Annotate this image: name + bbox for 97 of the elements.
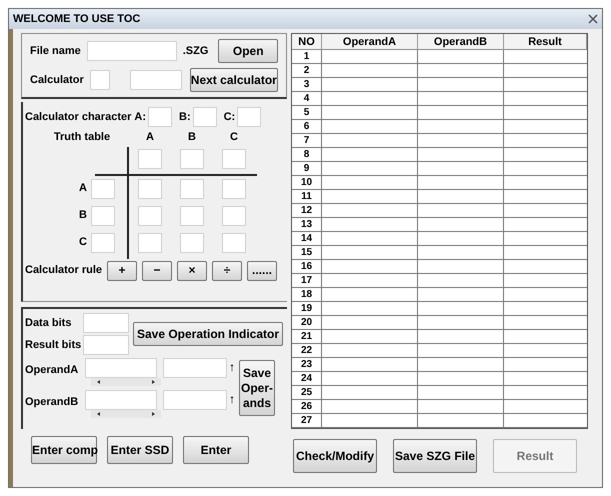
label: A [145,130,155,145]
button[interactable]: + [107,260,138,280]
button[interactable]: Check/Modify [293,439,377,473]
table-cell: 12 [292,204,322,218]
label: A: [134,110,146,125]
scrollbar-icon [91,410,161,418]
label: OperandA [25,363,80,378]
table-cell: 16 [292,260,322,274]
table-cell: 27 [292,414,322,428]
table-cell: 7 [292,134,322,148]
table-cell: 24 [292,372,322,386]
table-cell: 6 [292,120,322,134]
table-cell: 11 [292,190,322,204]
input-field[interactable] [91,232,115,252]
button[interactable]: Save Oper- ands [239,360,275,416]
input-field[interactable] [180,232,204,252]
input-field[interactable] [163,358,227,378]
label: C [79,235,87,250]
table-cell: 17 [292,274,322,288]
table-cell: 10 [292,176,322,190]
label: B: [179,110,191,125]
label: A [79,181,87,196]
label: Data bits [25,316,72,331]
button[interactable]: ...... [247,260,278,280]
button[interactable]: Enter SSD [107,436,173,464]
label: C: [224,110,236,125]
input-field[interactable] [222,148,246,168]
table-cell: 26 [292,400,322,414]
table-cell: 18 [292,288,322,302]
input-field[interactable] [237,107,262,127]
input-field[interactable] [90,70,110,90]
label: Result bits [25,338,81,353]
close-icon[interactable] [588,14,598,24]
button[interactable]: − [142,260,172,280]
column-header: OperandA [322,34,418,50]
table-cell: 4 [292,92,322,106]
input-field[interactable] [85,358,157,378]
input-field[interactable] [138,148,162,168]
input-field[interactable] [192,107,217,127]
label: Calculator [30,72,84,88]
input-field[interactable] [222,232,246,252]
button[interactable]: Open [218,39,278,63]
column-header: OperandB [418,34,504,50]
table-cell: 19 [292,302,322,316]
input-field[interactable] [130,70,182,90]
window-title: WELCOME TO USE TOC [13,12,140,27]
input-field[interactable] [180,206,204,226]
button[interactable]: Next calculator [190,68,278,92]
button[interactable]: ÷ [212,260,242,280]
input-field[interactable] [85,390,157,410]
table-cell: 14 [292,232,322,246]
label: .SZG [182,44,208,59]
table-cell: 25 [292,386,322,400]
input-field[interactable] [83,335,129,355]
label: B [79,208,87,224]
scrollbar-icon [91,378,161,386]
table-cell: 20 [292,316,322,330]
arrow-label: ↑ [229,391,235,408]
input-field[interactable] [148,107,172,127]
button[interactable]: × [177,260,208,280]
button[interactable]: Enter [183,436,249,464]
input-field[interactable] [180,178,204,198]
input-field[interactable] [91,178,115,198]
button[interactable]: Save Operation Indicator [133,322,283,346]
label: OperandB [25,395,80,410]
label: Truth table [52,130,112,145]
table-cell: 8 [292,148,322,162]
table-cell: 21 [292,330,322,344]
column-header: Result [504,34,587,50]
button[interactable]: Enter comp [31,436,97,464]
table-cell: 3 [292,78,322,92]
table-cell: 5 [292,106,322,120]
table-cell: 23 [292,358,322,372]
table-cell: 2 [292,64,322,78]
label: Calculator character [25,110,132,125]
input-field[interactable] [138,206,162,226]
label: B [187,130,197,145]
input-field[interactable] [91,206,115,226]
table-cell: 9 [292,162,322,176]
table-cell: 1 [292,50,322,64]
input-field[interactable] [138,232,162,252]
input-field[interactable] [83,313,129,333]
column-header: NO [292,34,322,50]
button[interactable]: Save SZG File [393,439,477,473]
input-field[interactable] [222,206,246,226]
table-cell: 15 [292,246,322,260]
input-field[interactable] [180,148,204,168]
label: File name [30,44,81,59]
input-field[interactable] [222,178,246,198]
label: C [229,130,239,145]
table-cell: 13 [292,218,322,232]
input-field[interactable] [138,178,162,198]
input-field[interactable] [86,41,177,61]
arrow-label: ↑ [229,359,235,376]
table-cell: 22 [292,344,322,358]
label: Calculator rule [25,263,102,278]
input-field[interactable] [163,390,227,410]
